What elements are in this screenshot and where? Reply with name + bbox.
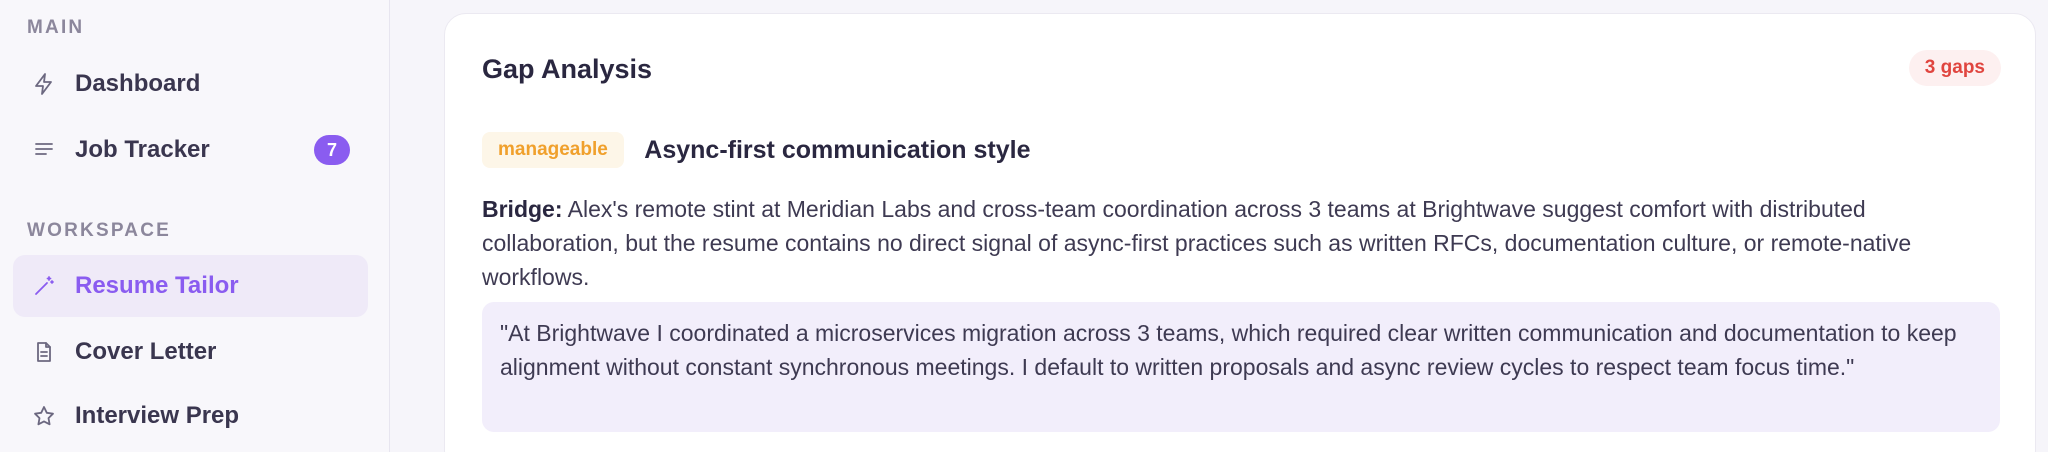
count-badge: 7 bbox=[314, 135, 350, 165]
card-title: Gap Analysis bbox=[482, 54, 653, 84]
bridge-body: Alex's remote stint at Meridian Labs and… bbox=[482, 196, 1912, 290]
sidebar-item-cover-letter[interactable]: Cover Letter bbox=[13, 321, 368, 383]
lightning-icon bbox=[31, 71, 57, 97]
sidebar: MAIN Dashboard Job Tracker 7 WORKSPACE R… bbox=[0, 0, 390, 452]
sidebar-item-job-tracker[interactable]: Job Tracker 7 bbox=[13, 119, 368, 181]
star-icon bbox=[31, 403, 57, 429]
sidebar-item-dashboard[interactable]: Dashboard bbox=[13, 53, 368, 115]
main-content: Gap Analysis 3 gaps manageable Async-fir… bbox=[390, 0, 2048, 452]
gap-header: manageable Async-first communication sty… bbox=[482, 132, 2000, 168]
list-icon bbox=[31, 137, 57, 163]
gap-analysis-card: Gap Analysis 3 gaps manageable Async-fir… bbox=[444, 13, 2036, 452]
severity-badge: manageable bbox=[482, 132, 624, 168]
bridge-text: Bridge: Alex's remote stint at Meridian … bbox=[482, 192, 2002, 294]
bridge-label: Bridge: bbox=[482, 196, 563, 222]
section-label-workspace: WORKSPACE bbox=[27, 220, 172, 241]
suggested-quote: "At Brightwave I coordinated a microserv… bbox=[482, 302, 2000, 432]
sidebar-item-resume-tailor[interactable]: Resume Tailor bbox=[13, 255, 368, 317]
app-root: MAIN Dashboard Job Tracker 7 WORKSPACE R… bbox=[0, 0, 2048, 452]
magic-wand-icon bbox=[31, 273, 57, 299]
sidebar-item-label: Job Tracker bbox=[75, 136, 210, 163]
section-label-main: MAIN bbox=[27, 17, 85, 38]
gap-title: Async-first communication style bbox=[644, 135, 1031, 164]
gaps-count-badge: 3 gaps bbox=[1908, 50, 2001, 86]
sidebar-item-label: Cover Letter bbox=[75, 338, 217, 365]
sidebar-item-label: Interview Prep bbox=[75, 402, 240, 429]
sidebar-item-label: Resume Tailor bbox=[75, 272, 239, 299]
sidebar-item-label: Dashboard bbox=[75, 70, 201, 97]
sidebar-item-interview-prep[interactable]: Interview Prep bbox=[13, 385, 368, 447]
document-icon bbox=[31, 339, 57, 365]
